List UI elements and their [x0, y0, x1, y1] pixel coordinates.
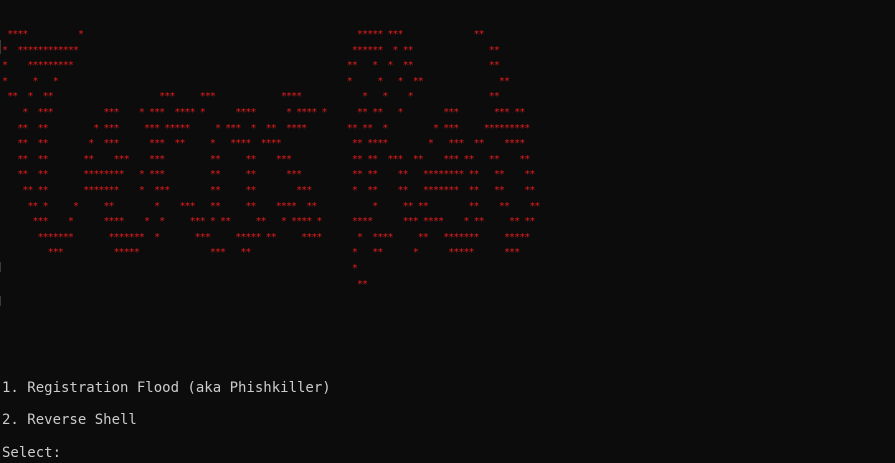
ascii-banner: **** * ***** *** ** * ************ *****…	[2, 29, 540, 290]
left-edge-marker	[0, 262, 1, 272]
menu-option-reverse-shell: 2. Reverse Shell	[2, 412, 137, 428]
input-cursor[interactable]	[69, 444, 77, 459]
select-prompt-label: Select:	[2, 445, 62, 461]
menu-option-registration-flood: 1. Registration Flood (aka Phishkiller)	[2, 380, 331, 396]
left-edge-marker	[0, 40, 1, 54]
terminal-window: **** * ***** *** ** * ************ *****…	[0, 0, 895, 463]
left-edge-marker	[0, 296, 1, 306]
select-prompt-line[interactable]: Select:	[2, 444, 77, 461]
